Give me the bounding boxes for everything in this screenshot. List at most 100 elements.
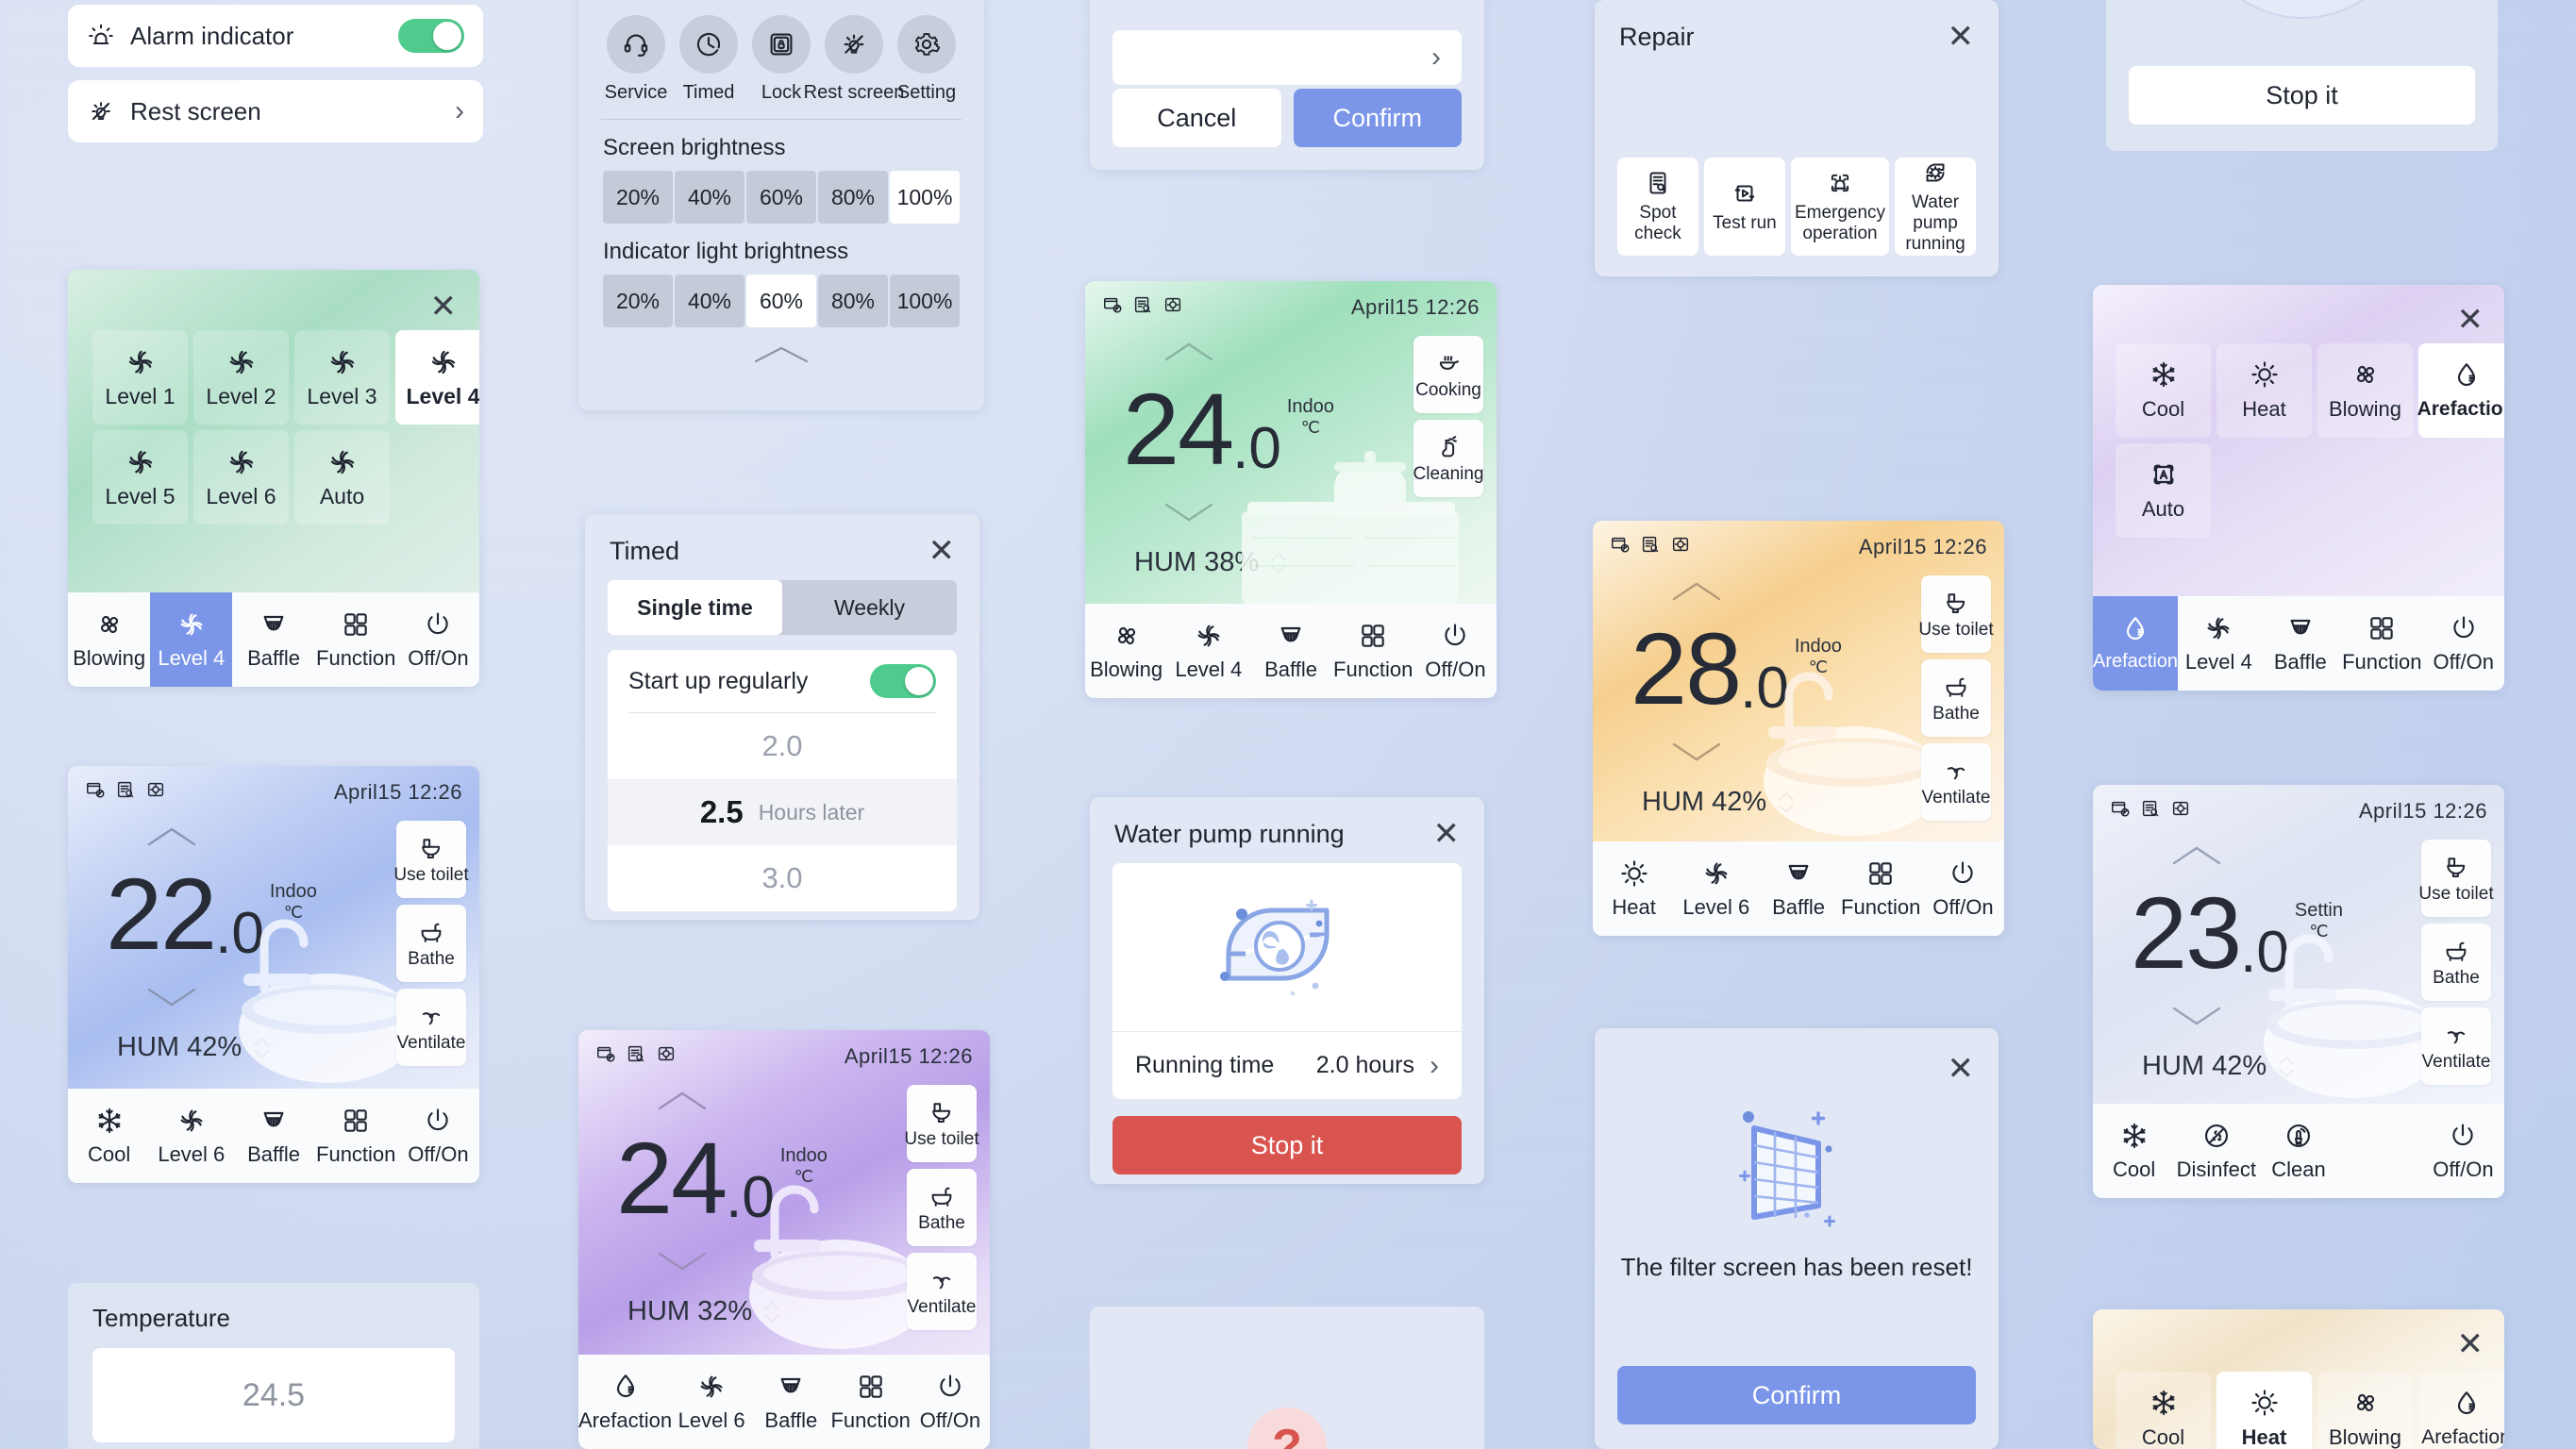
close-icon[interactable]: ✕ xyxy=(1433,818,1461,850)
tab-single-time[interactable]: Single time xyxy=(608,580,782,635)
rest-screen-row[interactable]: Rest screen › xyxy=(68,80,483,142)
bathe-button[interactable]: Bathe xyxy=(907,1169,977,1246)
use-toilet-button[interactable]: Use toilet xyxy=(393,821,469,898)
close-icon[interactable]: ✕ xyxy=(2457,1326,2484,1362)
bottom-cool-button[interactable]: Cool xyxy=(68,1089,150,1183)
bottom-cool-button[interactable]: Cool xyxy=(2093,1104,2175,1198)
picker-option-below[interactable]: 3.0 xyxy=(608,845,957,911)
mode-auto-button[interactable]: Auto xyxy=(2116,443,2211,538)
temp-down-arrow[interactable] xyxy=(2170,1004,2223,1028)
temp-down-arrow[interactable] xyxy=(656,1249,709,1274)
close-icon[interactable]: ✕ xyxy=(928,535,956,567)
bottom-power-button[interactable]: Off/On xyxy=(1922,841,2004,936)
use-toilet-button[interactable]: Use toilet xyxy=(1918,575,1994,653)
brightness-100-button[interactable]: 100% xyxy=(890,171,960,224)
bottom-baffle-button[interactable]: Baffle xyxy=(232,1089,314,1183)
bottom-baffle-button[interactable]: Baffle xyxy=(232,592,314,687)
cooking-button[interactable]: Cooking xyxy=(1413,336,1483,413)
bottom-blowing-button[interactable]: Blowing xyxy=(68,592,150,687)
use-toilet-button[interactable]: Use toilet xyxy=(2418,840,2494,917)
service-action[interactable]: Service xyxy=(601,15,671,104)
start-up-regularly-row[interactable]: Start up regularly xyxy=(608,650,957,712)
bottom-baffle-button[interactable]: Baffle xyxy=(751,1355,830,1449)
fan-level-4-button[interactable]: Level 4 xyxy=(395,330,479,425)
ventilate-button[interactable]: Ventilate xyxy=(2421,1008,2491,1085)
setting-action[interactable]: Setting xyxy=(892,15,962,104)
close-icon[interactable]: ✕ xyxy=(430,289,458,325)
bottom-function-button[interactable]: Function xyxy=(315,1089,397,1183)
brightness-40-button[interactable]: 40% xyxy=(675,171,744,224)
mode-heat-button[interactable]: Heat xyxy=(2216,1372,2312,1449)
bottom-power-button[interactable]: Off/On xyxy=(397,1089,479,1183)
mode-arefaction-button[interactable]: Arefaction xyxy=(2418,1372,2504,1449)
indicator-20-button[interactable]: 20% xyxy=(603,275,673,327)
rest-screen-action[interactable]: Rest screen xyxy=(804,15,904,104)
fan-level-5-button[interactable]: Level 5 xyxy=(92,430,188,525)
cleaning-button[interactable]: Cleaning xyxy=(1413,420,1484,497)
temp-down-arrow[interactable] xyxy=(1163,500,1215,525)
bottom-function-button[interactable]: Function xyxy=(315,592,397,687)
brightness-20-button[interactable]: 20% xyxy=(603,171,673,224)
temp-up-arrow[interactable] xyxy=(1163,340,1215,364)
fan-level-auto-button[interactable]: Auto xyxy=(294,430,390,525)
alarm-indicator-row[interactable]: Alarm indicator xyxy=(68,5,483,67)
bottom-level-button[interactable]: Level 6 xyxy=(150,1089,232,1183)
bottom-arefaction-button[interactable]: Arefaction xyxy=(578,1355,672,1449)
bottom-heat-button[interactable]: Heat xyxy=(1593,841,1675,936)
running-time-row[interactable]: Running time 2.0 hours › xyxy=(1112,1031,1462,1099)
close-icon[interactable]: ✕ xyxy=(1948,1053,1975,1085)
bottom-blowing-button[interactable]: Blowing xyxy=(1085,604,1167,698)
start-up-regularly-toggle[interactable] xyxy=(870,664,936,698)
bottom-power-button[interactable]: Off/On xyxy=(911,1355,990,1449)
temp-up-arrow[interactable] xyxy=(2170,843,2223,868)
stop-button[interactable]: Stop it xyxy=(1112,1116,1462,1174)
brightness-60-button[interactable]: 60% xyxy=(746,171,816,224)
temp-up-arrow[interactable] xyxy=(1670,579,1723,604)
indicator-40-button[interactable]: 40% xyxy=(675,275,744,327)
test-run-button[interactable]: Test run xyxy=(1703,158,1785,256)
temperature-value[interactable]: 24.5 xyxy=(92,1348,455,1442)
mode-cool-button[interactable]: Cool xyxy=(2116,1372,2211,1449)
picker-option-above[interactable]: 2.0 xyxy=(608,713,957,779)
water-pump-running-button[interactable]: Water pump running xyxy=(1895,158,1977,256)
confirm-button[interactable]: Confirm xyxy=(1293,89,1462,147)
fan-level-2-button[interactable]: Level 2 xyxy=(193,330,289,425)
brightness-80-button[interactable]: 80% xyxy=(818,171,888,224)
bathe-button[interactable]: Bathe xyxy=(2421,924,2491,1001)
bottom-baffle-button[interactable]: Baffle xyxy=(1249,604,1331,698)
fan-level-6-button[interactable]: Level 6 xyxy=(193,430,289,525)
bottom-disinfect-button[interactable]: Disinfect xyxy=(2175,1104,2257,1198)
bottom-level-button[interactable]: Level 6 xyxy=(1675,841,1757,936)
temp-up-arrow[interactable] xyxy=(656,1089,709,1113)
picker-option-selected[interactable]: 2.5 Hours later xyxy=(608,779,957,845)
bottom-function-button[interactable]: Function xyxy=(1840,841,1922,936)
emergency-operation-button[interactable]: Emergency operation xyxy=(1790,158,1890,256)
bottom-baffle-button[interactable]: Baffle xyxy=(2260,596,2341,691)
mode-cool-button[interactable]: Cool xyxy=(2116,343,2211,438)
cancel-button[interactable]: Cancel xyxy=(1112,89,1281,147)
timed-action[interactable]: Timed xyxy=(674,15,744,104)
bottom-level-button[interactable]: Level 6 xyxy=(672,1355,751,1449)
indicator-100-button[interactable]: 100% xyxy=(890,275,960,327)
bottom-function-button[interactable]: Function xyxy=(2341,596,2422,691)
mode-blowing-button[interactable]: Blowing xyxy=(2317,1372,2413,1449)
bottom-level-button[interactable]: Level 4 xyxy=(1167,604,1249,698)
bottom-function-button[interactable]: Function xyxy=(1332,604,1414,698)
bathe-button[interactable]: Bathe xyxy=(396,905,466,982)
confirm-button[interactable]: Confirm xyxy=(1617,1366,1976,1424)
bottom-power-button[interactable]: Off/On xyxy=(397,592,479,687)
bottom-power-button[interactable]: Off/On xyxy=(1414,604,1497,698)
ventilate-button[interactable]: Ventilate xyxy=(907,1253,977,1330)
spot-check-button[interactable]: Spot check xyxy=(1617,158,1698,256)
bottom-clean-button[interactable]: Clean xyxy=(2257,1104,2339,1198)
temp-down-arrow[interactable] xyxy=(1670,740,1723,764)
ventilate-button[interactable]: Ventilate xyxy=(396,989,466,1066)
bottom-arefaction-button[interactable]: Arefaction xyxy=(2093,596,2179,691)
bottom-function-button[interactable]: Function xyxy=(830,1355,911,1449)
stop-button[interactable]: Stop it xyxy=(2129,66,2475,125)
mode-arefaction-button[interactable]: Arefaction xyxy=(2417,343,2504,438)
close-icon[interactable]: ✕ xyxy=(2457,302,2484,338)
collapse-handle[interactable] xyxy=(578,327,984,365)
tab-weekly[interactable]: Weekly xyxy=(782,580,957,635)
bottom-power-button[interactable]: Off/On xyxy=(2423,596,2504,691)
